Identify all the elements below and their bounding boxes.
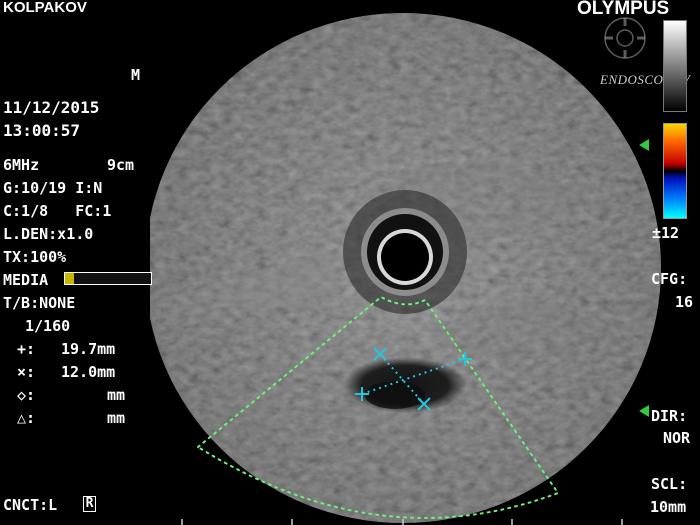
measure-symbol-cross: ×: (17, 363, 36, 381)
cfg-value: 16 (675, 293, 694, 311)
gear-watermark-icon (604, 17, 646, 59)
connection-label: CNCT:L (3, 496, 58, 514)
line-density: L.DEN:x1.0 (3, 225, 94, 243)
media-level-fill (65, 273, 74, 284)
tb-setting: T/B:NONE (3, 294, 76, 312)
cfg-label: CFG: (651, 270, 688, 288)
dir-value: NOR (663, 429, 691, 447)
scl-value: 10mm (650, 498, 687, 516)
gain-row: G:10/19 I:N (3, 179, 103, 197)
depth: 9cm (107, 156, 135, 174)
measure-value-diamond: mm (107, 386, 126, 404)
exam-time: 13:00:57 (3, 121, 81, 140)
grayscale-bar (663, 20, 687, 112)
green-marker-icon (639, 405, 649, 417)
frame-counter: 1/160 (25, 317, 71, 335)
measure-value-plus: 19.7mm (61, 340, 116, 358)
scl-label: SCL: (651, 475, 688, 493)
measure-value-triangle: mm (107, 409, 126, 427)
dir-label: DIR: (651, 407, 688, 425)
color-scale-bar (663, 123, 687, 219)
color-scale-value: ±12 (652, 224, 680, 242)
patient-sex: M (131, 66, 141, 84)
measure-value-cross: 12.0mm (61, 363, 116, 381)
measure-symbol-plus: +: (17, 340, 36, 358)
frequency: 6MHz (3, 156, 40, 174)
exam-date: 11/12/2015 (3, 98, 100, 117)
transmit-power: TX:100% (3, 248, 67, 266)
connection-mode-badge: R (83, 496, 96, 512)
patient-name: KOLPAKOV (3, 0, 87, 16)
measure-symbol-triangle: △: (17, 409, 36, 427)
green-marker-icon (639, 139, 649, 151)
media-level-bar (64, 272, 152, 285)
measure-symbol-diamond: ◇: (17, 386, 36, 404)
contrast-row: C:1/8 FC:1 (3, 202, 112, 220)
ultrasound-image (150, 13, 661, 525)
media-label: MEDIA (3, 271, 49, 289)
ultrasound-screen: KOLPAKOV OLYMPUS ENDOSCOP.TV M 11/12/201… (0, 0, 700, 525)
